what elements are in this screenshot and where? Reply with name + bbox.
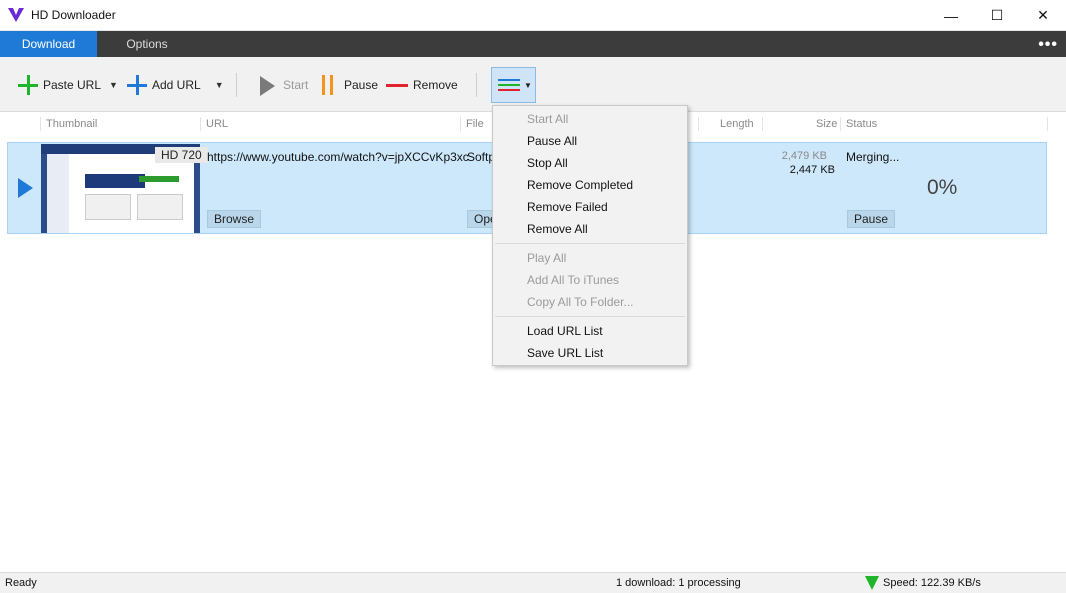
- toolbar-divider: [236, 73, 237, 97]
- add-url-button[interactable]: Add URL ▼: [126, 71, 224, 99]
- row-pause-button[interactable]: Pause: [847, 210, 896, 228]
- status-bar: Ready 1 download: 1 processing Speed: 12…: [0, 572, 1066, 593]
- start-label: Start: [283, 78, 309, 92]
- play-icon: [260, 75, 275, 96]
- menu-divider: [495, 316, 685, 317]
- batch-dropdown-menu: Start All Pause All Stop All Remove Comp…: [492, 105, 688, 366]
- close-button[interactable]: ✕: [1020, 0, 1066, 31]
- browse-button[interactable]: Browse: [207, 210, 262, 228]
- play-icon[interactable]: [18, 178, 33, 198]
- column-thumbnail[interactable]: Thumbnail: [46, 118, 97, 130]
- toolbar: Paste URL ▼ Add URL ▼ Start Pause Remove…: [0, 57, 1066, 112]
- download-url: https://www.youtube.com/watch?v=jpXCCvKp…: [207, 150, 469, 164]
- paste-url-button[interactable]: Paste URL ▼: [17, 71, 118, 99]
- tab-download[interactable]: Download: [0, 31, 97, 57]
- status-speed: Speed: 122.39 KB/s: [883, 577, 981, 589]
- column-length[interactable]: Length: [720, 118, 754, 130]
- batch-menu-button[interactable]: ▼: [491, 67, 536, 103]
- toolbar-divider: [476, 73, 477, 97]
- plus-icon: [17, 74, 39, 96]
- menu-item-remove-completed[interactable]: Remove Completed: [527, 178, 633, 192]
- download-arrow-icon: [865, 576, 879, 590]
- remove-icon: [386, 83, 408, 87]
- column-file[interactable]: File: [466, 118, 484, 130]
- tab-bar: Download Options •••: [0, 31, 1066, 57]
- paste-url-label: Paste URL: [43, 78, 102, 92]
- menu-item-play-all[interactable]: Play All: [527, 251, 566, 265]
- pause-label: Pause: [344, 78, 379, 92]
- menu-divider: [495, 243, 685, 244]
- chevron-down-icon[interactable]: ▼: [109, 80, 118, 90]
- window-title: HD Downloader: [31, 8, 116, 22]
- status-count: 1 download: 1 processing: [616, 577, 741, 589]
- size-total: 2,479 KB: [781, 150, 827, 162]
- status-state: Ready: [5, 577, 37, 589]
- menu-item-add-all-to-itunes[interactable]: Add All To iTunes: [527, 273, 619, 287]
- chevron-down-icon[interactable]: ▼: [215, 80, 224, 90]
- title-bar: HD Downloader — ☐ ✕: [0, 0, 1066, 31]
- maximize-button[interactable]: ☐: [974, 0, 1020, 31]
- column-size[interactable]: Size: [816, 118, 837, 130]
- menu-item-start-all[interactable]: Start All: [527, 112, 568, 126]
- menu-item-stop-all[interactable]: Stop All: [527, 156, 568, 170]
- add-url-label: Add URL: [152, 78, 201, 92]
- remove-label: Remove: [413, 78, 458, 92]
- status-text: Merging...: [846, 150, 900, 164]
- menu-item-remove-failed[interactable]: Remove Failed: [527, 200, 608, 214]
- menu-item-save-url-list[interactable]: Save URL List: [527, 346, 603, 360]
- plus-icon: [126, 74, 148, 96]
- list-menu-icon: [498, 77, 520, 93]
- pause-icon: [320, 75, 336, 95]
- menu-item-pause-all[interactable]: Pause All: [527, 134, 577, 148]
- chevron-down-icon: ▼: [524, 80, 532, 90]
- app-logo-icon: [8, 8, 24, 22]
- menu-item-load-url-list[interactable]: Load URL List: [527, 324, 603, 338]
- minimize-button[interactable]: —: [928, 0, 974, 31]
- more-options-button[interactable]: •••: [1038, 36, 1058, 54]
- column-status[interactable]: Status: [846, 118, 877, 130]
- pause-button[interactable]: Pause: [320, 71, 378, 99]
- start-button[interactable]: Start: [256, 71, 308, 99]
- menu-item-copy-all-to-folder[interactable]: Copy All To Folder...: [527, 295, 634, 309]
- tab-options[interactable]: Options: [97, 31, 197, 57]
- remove-button[interactable]: Remove: [386, 71, 458, 99]
- menu-item-remove-all[interactable]: Remove All: [527, 222, 588, 236]
- window-controls: — ☐ ✕: [928, 0, 1066, 31]
- column-url[interactable]: URL: [206, 118, 228, 130]
- progress-percent: 0%: [927, 176, 958, 199]
- size-downloaded: 2,447 KB: [789, 164, 835, 176]
- quality-badge: HD 720: [155, 147, 208, 163]
